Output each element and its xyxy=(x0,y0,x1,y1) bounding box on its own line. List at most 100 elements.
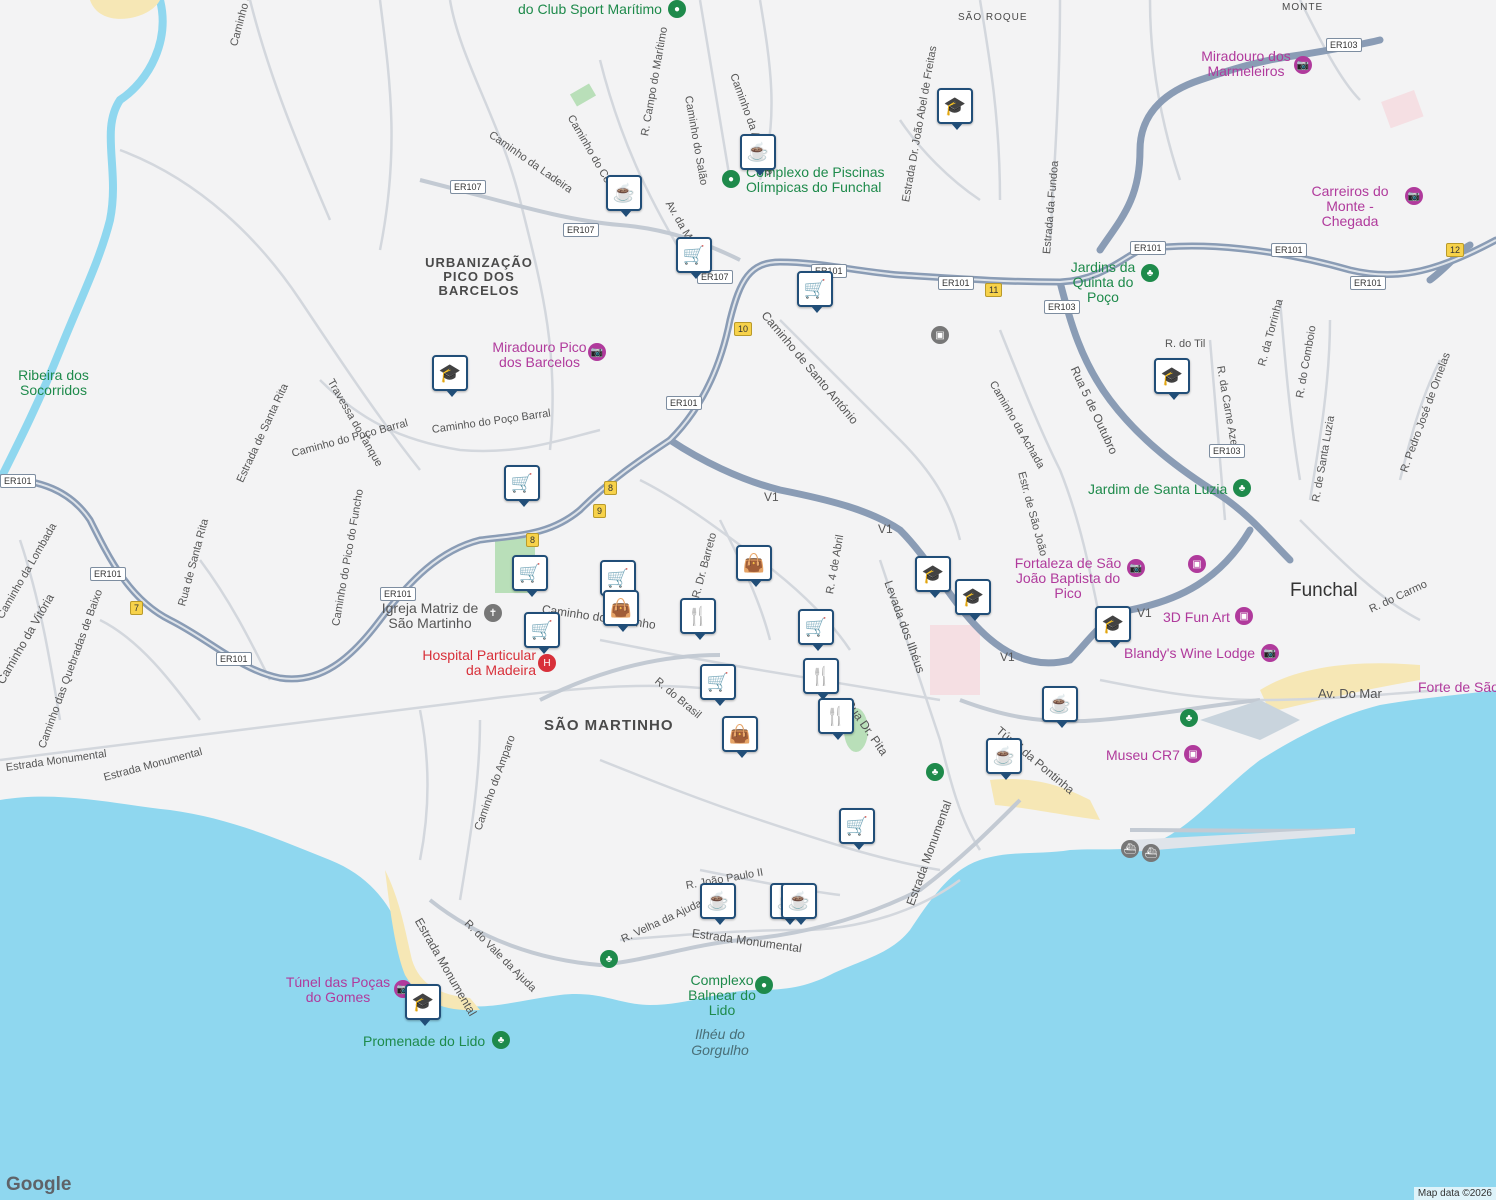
poi-santa-luzia[interactable]: Jardim de Santa Luzia xyxy=(1088,482,1227,497)
area-label-monte: MONTE xyxy=(1282,2,1324,13)
museum-icon[interactable]: ▣ xyxy=(1188,555,1206,573)
road-shield: ER101 xyxy=(380,587,416,601)
road-shield: 8 xyxy=(526,533,540,547)
road-shield: ER101 xyxy=(938,276,974,290)
road-shield: ER101 xyxy=(666,396,702,410)
tree-icon[interactable]: ♣ xyxy=(492,1031,510,1049)
restaurant-icon[interactable]: 🍴 xyxy=(680,598,716,640)
tree-icon[interactable]: ♣ xyxy=(1141,264,1159,282)
road-shield: ER101 xyxy=(1130,241,1166,255)
poi-marmeleiros[interactable]: Miradouro dos Marmeleiros xyxy=(1194,49,1298,79)
pin-icon[interactable]: ● xyxy=(722,170,740,188)
poi-club[interactable]: do Club Sport Marítimo xyxy=(518,2,662,17)
poi-igreja[interactable]: Igreja Matriz de São Martinho xyxy=(380,601,480,631)
camera-icon[interactable]: 📷 xyxy=(1405,187,1423,205)
poi-blandy[interactable]: Blandy's Wine Lodge xyxy=(1124,646,1255,661)
shopping-cart-icon[interactable]: 🛒 xyxy=(676,237,712,279)
cafe-icon[interactable]: ☕ xyxy=(740,134,776,176)
cafe-icon[interactable]: ☕ xyxy=(1042,686,1078,728)
area-label-sao-roque: SÃO ROQUE xyxy=(958,12,1028,23)
shopping-cart-icon[interactable]: 🛒 xyxy=(700,664,736,706)
road-shield: ER101 xyxy=(216,652,252,666)
road-shield: 8 xyxy=(604,481,618,495)
pin-icon[interactable]: ● xyxy=(668,0,686,18)
school-icon[interactable]: 🎓 xyxy=(1154,358,1190,400)
poi-jardins-poco[interactable]: Jardins da Quinta do Poço xyxy=(1064,260,1142,305)
museum-icon[interactable]: ▣ xyxy=(1235,607,1253,625)
tree-icon[interactable]: ♣ xyxy=(926,763,944,781)
school-icon[interactable]: 🎓 xyxy=(937,88,973,130)
poi-promenade[interactable]: Promenade do Lido xyxy=(363,1034,485,1049)
camera-icon[interactable]: 📷 xyxy=(1261,644,1279,662)
shopping-cart-icon[interactable]: 🛒 xyxy=(798,609,834,651)
school-icon[interactable]: 🎓 xyxy=(1095,606,1131,648)
road-shield: 7 xyxy=(130,601,144,615)
poi-tunel-pocas[interactable]: Túnel das Poças do Gomes xyxy=(284,975,392,1005)
road-label-v1: V1 xyxy=(1000,650,1015,664)
poi-miradouro-barcelos[interactable]: Miradouro Pico dos Barcelos xyxy=(487,340,592,370)
google-logo: Google xyxy=(6,1174,72,1195)
shopping-cart-icon[interactable]: 🛒 xyxy=(797,271,833,313)
restaurant-icon[interactable]: 🍴 xyxy=(803,658,839,700)
road-shield: ER101 xyxy=(1271,243,1307,257)
road-label-v1: V1 xyxy=(878,522,893,536)
street-label: Av. Do Mar xyxy=(1318,686,1382,701)
area-label-pico-barcelos: URBANIZAÇÃO PICO DOS BARCELOS xyxy=(425,255,533,298)
road-label-v1: V1 xyxy=(1137,606,1152,620)
shopping-bag-icon[interactable]: 👜 xyxy=(603,590,639,632)
cafe-icon[interactable]: ☕ xyxy=(700,883,736,925)
map-canvas[interactable]: URBANIZAÇÃO PICO DOS BARCELOS SÃO MARTIN… xyxy=(0,0,1496,1200)
cafe-icon[interactable]: ☕ xyxy=(606,175,642,217)
poi-museu[interactable]: Museu CR7 xyxy=(1106,748,1180,763)
shopping-cart-icon[interactable]: 🛒 xyxy=(504,465,540,507)
road-label-v1: V1 xyxy=(764,490,779,504)
hospital-icon[interactable]: H xyxy=(538,654,556,672)
road-shield: ER101 xyxy=(1350,276,1386,290)
church-icon[interactable]: ✝ xyxy=(484,604,502,622)
camera-icon[interactable]: 📷 xyxy=(588,343,606,361)
ferry-icon[interactable]: ⛴ xyxy=(1142,844,1160,862)
cafe-icon[interactable]: ☕ xyxy=(781,883,817,925)
poi-hospital[interactable]: Hospital Particular da Madeira xyxy=(416,648,536,678)
road-shield: 12 xyxy=(1446,243,1465,257)
museum-icon[interactable]: ▣ xyxy=(931,326,949,344)
shopping-bag-icon[interactable]: 👜 xyxy=(736,545,772,587)
poi-forte[interactable]: Forte de São xyxy=(1418,680,1496,695)
poi-ribeira: Ribeira dos Socorridos xyxy=(18,367,89,398)
road-shield: ER107 xyxy=(450,180,486,194)
road-shield: ER103 xyxy=(1326,38,1362,52)
ferry-icon[interactable]: ⛴ xyxy=(1121,840,1139,858)
camera-icon[interactable]: 📷 xyxy=(1294,56,1312,74)
street-label: R. do Til xyxy=(1165,338,1206,350)
shopping-cart-icon[interactable]: 🛒 xyxy=(524,612,560,654)
area-label-sao-martinho: SÃO MARTINHO xyxy=(544,717,674,734)
island-label-ilheu: Ilhéu do Gorgulho xyxy=(691,1026,749,1058)
tree-icon[interactable]: ♣ xyxy=(600,950,618,968)
road-shield: ER103 xyxy=(1209,444,1245,458)
shopping-bag-icon[interactable]: 👜 xyxy=(722,716,758,758)
pin-icon[interactable]: ● xyxy=(755,976,773,994)
poi-balnear[interactable]: Complexo Balnear do Lido xyxy=(684,973,760,1018)
museum-icon[interactable]: ▣ xyxy=(1184,745,1202,763)
poi-fortaleza[interactable]: Fortaleza de São João Baptista do Pico xyxy=(1012,556,1124,601)
poi-carreiros[interactable]: Carreiros do Monte - Chegada xyxy=(1298,184,1402,229)
shopping-cart-icon[interactable]: 🛒 xyxy=(512,555,548,597)
map-attribution[interactable]: Map data ©2026 xyxy=(1413,1187,1496,1200)
tree-icon[interactable]: ♣ xyxy=(1180,709,1198,727)
school-icon[interactable]: 🎓 xyxy=(915,556,951,598)
poi-fun-art[interactable]: 3D Fun Art xyxy=(1163,610,1230,625)
cafe-icon[interactable]: ☕ xyxy=(986,738,1022,780)
road-shield: ER101 xyxy=(0,474,36,488)
school-icon[interactable]: 🎓 xyxy=(955,579,991,621)
school-icon[interactable]: 🎓 xyxy=(432,355,468,397)
city-label-funchal: Funchal xyxy=(1290,580,1358,601)
road-shield: 10 xyxy=(734,322,753,336)
restaurant-icon[interactable]: 🍴 xyxy=(818,698,854,740)
road-shield: ER101 xyxy=(90,567,126,581)
camera-icon[interactable]: 📷 xyxy=(1127,559,1145,577)
school-icon[interactable]: 🎓 xyxy=(405,984,441,1026)
tree-icon[interactable]: ♣ xyxy=(1233,479,1251,497)
shopping-cart-icon[interactable]: 🛒 xyxy=(839,808,875,850)
road-shield: 9 xyxy=(593,504,607,518)
road-shield: ER103 xyxy=(1044,300,1080,314)
